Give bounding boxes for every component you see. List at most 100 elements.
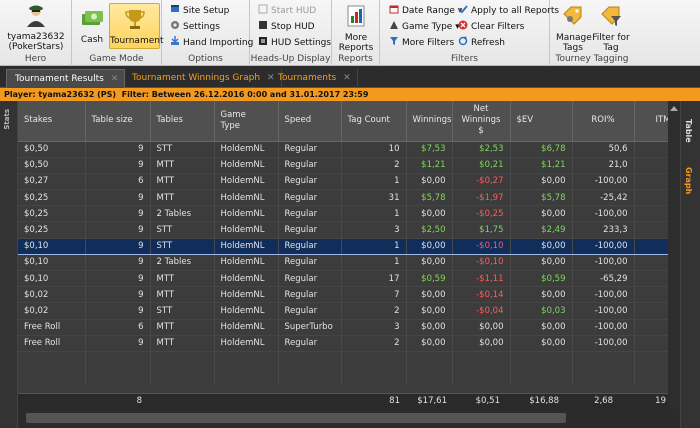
cash-button[interactable]: Cash: [76, 6, 108, 45]
more-reports-button[interactable]: More Reports: [334, 4, 378, 53]
column-header-itm[interactable]: ITM%: [634, 101, 668, 142]
table-row[interactable]: $0,10 9 STT HoldemNL Regular 1 $0,00 -$0,10 $0,0…: [18, 237, 668, 255]
horizontal-scrollbar[interactable]: [18, 409, 680, 428]
cell-tables: STT: [150, 141, 215, 158]
site-setup-button[interactable]: Site Setup: [170, 4, 229, 18]
clear-filters-button[interactable]: Clear Filters: [458, 20, 524, 34]
cell-net-winnings: $0,00: [452, 319, 511, 336]
more-reports-label: More Reports: [338, 33, 374, 53]
empty-cell: [572, 351, 635, 368]
column-header-stakes[interactable]: Stakes: [18, 101, 86, 142]
hud-label: Heads-Up Display: [250, 54, 331, 64]
cell-roi: -100,00: [572, 173, 635, 191]
cell-itm: 0: [634, 335, 668, 352]
total-roi: 2,68: [594, 396, 613, 406]
cell-winnings: $0,00: [406, 205, 453, 223]
more-filters-label: More Filters: [402, 38, 455, 48]
cell-speed: Regular: [278, 335, 342, 352]
column-header-game-type[interactable]: Game Type: [214, 101, 279, 142]
cell-net-winnings: -$0,10: [452, 254, 511, 272]
column-header-speed[interactable]: Speed: [278, 101, 342, 142]
total-table-size: 8: [136, 396, 142, 406]
empty-cell: [278, 367, 342, 384]
reports-label: Reports: [338, 54, 373, 64]
cell-speed: Regular: [278, 173, 342, 191]
cell-ev: $0,00: [510, 319, 573, 336]
cell-table-size: 9: [85, 254, 151, 272]
table-row[interactable]: $0,25 9 MTT HoldemNL Regular 31 $5,78 -$1,97 $5,…: [18, 189, 668, 207]
empty-cell: [18, 367, 86, 384]
column-header-tables[interactable]: Tables: [150, 101, 215, 142]
tab-tournament-results[interactable]: Tournament Results ✕: [6, 69, 126, 88]
cell-net-winnings: -$0,25: [452, 205, 511, 223]
apply-all-reports-button[interactable]: Apply to all Reports: [458, 4, 559, 18]
cell-roi: -100,00: [572, 205, 635, 223]
cell-winnings: $0,00: [406, 254, 453, 272]
stats-tab[interactable]: Stats: [3, 109, 11, 130]
cell-net-winnings: -$0,27: [452, 173, 511, 191]
calendar-icon: [389, 5, 399, 14]
cell-itm: 0: [634, 286, 668, 304]
graph-side-tab[interactable]: Graph: [684, 167, 693, 194]
tagging-label: Tourney Tagging: [555, 54, 629, 64]
cell-net-winnings: $2,53: [452, 141, 511, 158]
table-row[interactable]: $0,50 9 MTT HoldemNL Regular 2 $1,21 $0,21 $1,21…: [18, 157, 668, 174]
table-row[interactable]: $0,25 9 2 Tables HoldemNL Regular 1 $0,00 -$0,2…: [18, 205, 668, 223]
table-row[interactable]: $0,50 9 STT HoldemNL Regular 10 $7,53 $2,53 $6,7…: [18, 141, 668, 158]
vertical-scrollbar[interactable]: [668, 101, 680, 428]
cell-stakes: $0,10: [18, 254, 86, 272]
tab-tournaments[interactable]: Tournaments ✕: [270, 69, 358, 88]
column-header-tag-count[interactable]: Tag Count: [341, 101, 407, 142]
column-header-ev[interactable]: $EV: [510, 101, 573, 142]
table-row[interactable]: Free Roll 9 MTT HoldemNL Regular 2 $0,00 $0,00 $…: [18, 335, 668, 352]
cell-net-winnings: -$0,10: [452, 237, 511, 255]
table-row[interactable]: $0,02 9 MTT HoldemNL Regular 7 $0,00 -$0,14 $0,0…: [18, 286, 668, 304]
close-icon[interactable]: ✕: [111, 74, 119, 84]
table-row[interactable]: $0,27 6 MTT HoldemNL Regular 1 $0,00 -$0,27 $0,0…: [18, 173, 668, 191]
table-row[interactable]: $0,10 9 2 Tables HoldemNL Regular 1 $0,00 -$0,1…: [18, 254, 668, 272]
manage-tags-button[interactable]: Manage Tags: [556, 4, 592, 53]
filter-for-tag-button[interactable]: Filter for Tag: [592, 4, 630, 53]
total-tag-count: 81: [389, 396, 400, 406]
scroll-up-icon[interactable]: [670, 106, 678, 111]
cell-ev: $5,78: [510, 189, 573, 207]
cell-tag-count: 2: [341, 335, 407, 352]
horizontal-scroll-thumb[interactable]: [26, 413, 566, 423]
total-itm: 19: [655, 396, 666, 406]
close-icon[interactable]: ✕: [343, 73, 351, 83]
table-row[interactable]: $0,10 9 MTT HoldemNL Regular 17 $0,59 -$1,11 $0,…: [18, 270, 668, 288]
empty-cell: [214, 351, 279, 368]
tab-tournament-winnings-graph[interactable]: Tournament Winnings Graph ✕: [124, 69, 282, 88]
date-range-button[interactable]: Date Range ▾: [389, 4, 462, 18]
hud-settings-button[interactable]: HUD Settings: [258, 36, 331, 50]
empty-cell: [85, 367, 151, 384]
column-header-net-winnings[interactable]: Net Winnings $: [452, 101, 511, 142]
cell-stakes: $0,50: [18, 141, 86, 158]
cell-tables: 2 Tables: [150, 205, 215, 223]
more-filters-button[interactable]: More Filters: [389, 36, 454, 50]
cell-net-winnings: -$0,14: [452, 286, 511, 304]
hand-importing-button[interactable]: Hand Importing: [170, 36, 253, 50]
cell-itm: 0: [634, 319, 668, 336]
cash-icon: [82, 11, 103, 25]
column-header-winnings[interactable]: Winnings: [406, 101, 453, 142]
cell-tag-count: 31: [341, 189, 407, 207]
column-header-roi[interactable]: ROI%: [572, 101, 635, 142]
table-row[interactable]: Free Roll 6 MTT HoldemNL SuperTurbo 3 $0,00 $0,…: [18, 319, 668, 336]
column-header-table-size[interactable]: Table size: [85, 101, 151, 142]
start-hud-button[interactable]: Start HUD: [258, 4, 316, 18]
game-type-button[interactable]: Game Type ▾: [389, 20, 460, 34]
tournament-label: Tournament: [110, 36, 164, 46]
hero-selector[interactable]: tyama23632 (PokerStars): [4, 3, 68, 52]
cell-roi: -100,00: [572, 302, 635, 320]
cell-itm: 11: [634, 270, 668, 288]
refresh-button[interactable]: Refresh: [458, 36, 505, 50]
cell-tag-count: 17: [341, 270, 407, 288]
table-row[interactable]: $0,25 9 STT HoldemNL Regular 3 $2,50 $1,75 $2,49…: [18, 221, 668, 239]
stop-hud-button[interactable]: Stop HUD: [258, 20, 315, 34]
tournament-button[interactable]: Tournament: [109, 3, 164, 49]
table-row[interactable]: $0,02 9 STT HoldemNL Regular 2 $0,00 -$0,04 $0,0…: [18, 302, 668, 320]
table-side-tab[interactable]: Table: [684, 119, 693, 143]
start-hud-icon: [258, 4, 268, 14]
settings-button[interactable]: Settings: [170, 20, 220, 34]
